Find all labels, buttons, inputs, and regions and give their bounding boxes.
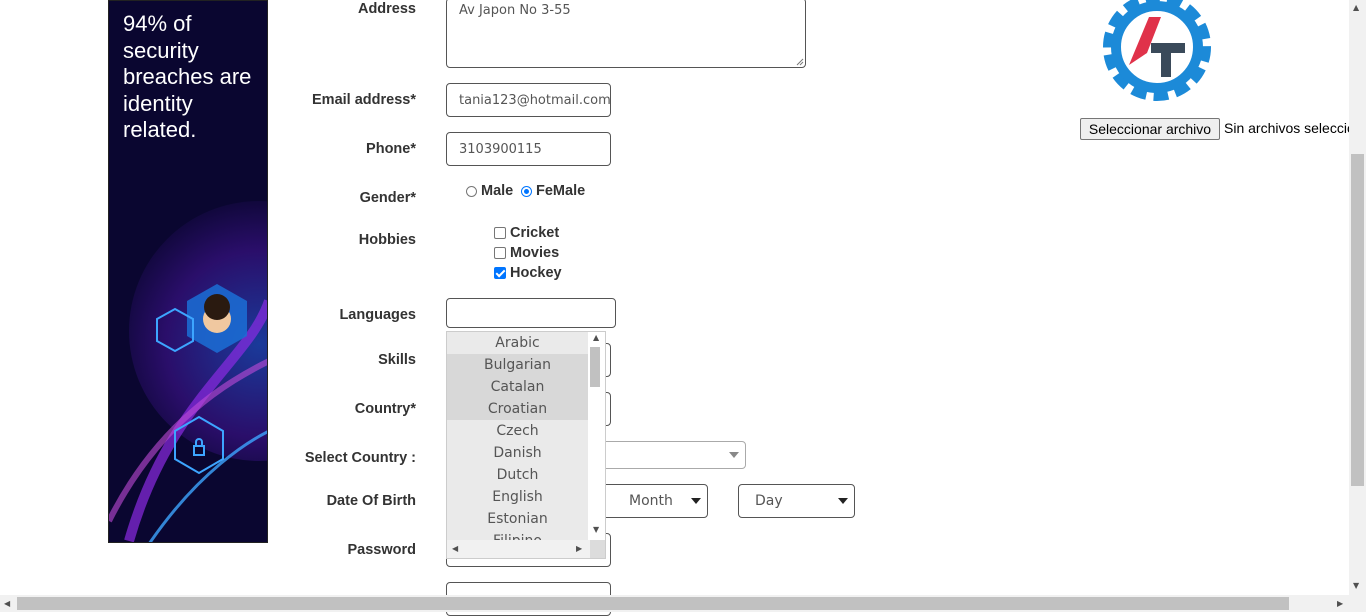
chevron-down-icon: [838, 498, 848, 504]
scroll-up-arrow-icon[interactable]: ▲: [1353, 3, 1359, 12]
hobby-movies-label: Movies: [510, 245, 560, 261]
language-option[interactable]: Catalan: [447, 376, 588, 398]
address-value: Av Japon No 3-55: [459, 3, 571, 18]
gear-logo-icon: [1103, 0, 1211, 101]
gender-male-radio[interactable]: [466, 185, 477, 197]
chevron-down-icon: [691, 498, 701, 504]
hobby-movies-option[interactable]: Movies: [494, 245, 559, 261]
language-option[interactable]: Estonian: [447, 508, 588, 530]
scroll-left-arrow-icon[interactable]: ◀: [4, 599, 10, 608]
language-option[interactable]: Danish: [447, 442, 588, 464]
hobbies-label: Hobbies: [358, 232, 416, 248]
language-option[interactable]: Arabic: [447, 332, 588, 354]
scroll-left-arrow-icon[interactable]: ◀: [452, 544, 458, 553]
scroll-right-arrow-icon[interactable]: ▶: [576, 544, 582, 553]
email-field[interactable]: tania123@hotmail.com: [446, 83, 611, 117]
email-label: Email address*: [312, 92, 416, 108]
gender-female-option[interactable]: FeMale: [521, 183, 585, 199]
scroll-down-arrow-icon[interactable]: ▼: [1353, 581, 1359, 590]
languages-options[interactable]: Arabic Bulgarian Catalan Croatian Czech Danis…: [447, 332, 588, 552]
dob-label: Date Of Birth: [326, 493, 416, 509]
languages-dropdown-list[interactable]: Arabic Bulgarian Catalan Croatian Czech Danis…: [446, 331, 606, 559]
resize-grip-icon[interactable]: [796, 58, 804, 66]
hobby-cricket-label: Cricket: [510, 225, 560, 241]
language-option[interactable]: Croatian: [447, 398, 588, 420]
dropdown-horizontal-scrollbar[interactable]: [447, 540, 590, 558]
language-option[interactable]: English: [447, 486, 588, 508]
select-country-label: Select Country :: [304, 450, 416, 466]
hobby-cricket-checkbox[interactable]: [494, 227, 506, 239]
dob-month-value: Month: [629, 493, 673, 509]
hobby-cricket-option[interactable]: Cricket: [494, 225, 559, 241]
hobby-hockey-checkbox[interactable]: [494, 267, 506, 279]
hobby-movies-checkbox[interactable]: [494, 247, 506, 259]
page-horizontal-scroll-thumb[interactable]: [17, 597, 1289, 610]
scroll-right-arrow-icon[interactable]: ▶: [1337, 599, 1343, 608]
language-option[interactable]: Czech: [447, 420, 588, 442]
gender-male-label: Male: [481, 183, 514, 199]
phone-label: Phone*: [366, 141, 416, 157]
language-option[interactable]: Dutch: [447, 464, 588, 486]
phone-field[interactable]: 3103900115: [446, 132, 611, 166]
dob-day-value: Day: [755, 493, 783, 509]
hobby-hockey-option[interactable]: Hockey: [494, 265, 562, 281]
password-label: Password: [347, 542, 417, 558]
language-option[interactable]: Bulgarian: [447, 354, 588, 376]
scrollbar-corner: [590, 540, 605, 558]
gender-female-radio[interactable]: [521, 185, 532, 197]
dropdown-scroll-thumb[interactable]: [590, 347, 600, 387]
gender-female-label: FeMale: [536, 183, 586, 199]
languages-input[interactable]: [446, 298, 616, 328]
gender-label: Gender*: [359, 190, 416, 206]
country-label: Country*: [354, 401, 416, 417]
address-textarea[interactable]: Av Japon No 3-55: [446, 0, 806, 68]
skills-label: Skills: [378, 352, 416, 368]
chevron-down-icon: [729, 452, 739, 458]
email-value: tania123@hotmail.com: [459, 92, 611, 108]
choose-file-button[interactable]: Seleccionar archivo: [1080, 118, 1220, 140]
file-status-text: Sin archivos seleccionados: [1224, 120, 1366, 136]
ad-headline: 94% of security breaches are identity re…: [123, 11, 252, 142]
phone-value: 3103900115: [459, 141, 542, 157]
scroll-down-arrow-icon[interactable]: ▼: [593, 525, 599, 534]
page-vertical-scroll-thumb[interactable]: [1351, 154, 1364, 486]
address-label: Address: [357, 1, 416, 17]
hobby-hockey-label: Hockey: [510, 265, 562, 281]
dob-day-select[interactable]: Day: [738, 484, 855, 518]
dob-month-select[interactable]: Month: [600, 484, 708, 518]
gender-male-option[interactable]: Male: [466, 183, 513, 199]
scroll-up-arrow-icon[interactable]: ▲: [593, 333, 599, 342]
languages-label: Languages: [339, 307, 416, 323]
